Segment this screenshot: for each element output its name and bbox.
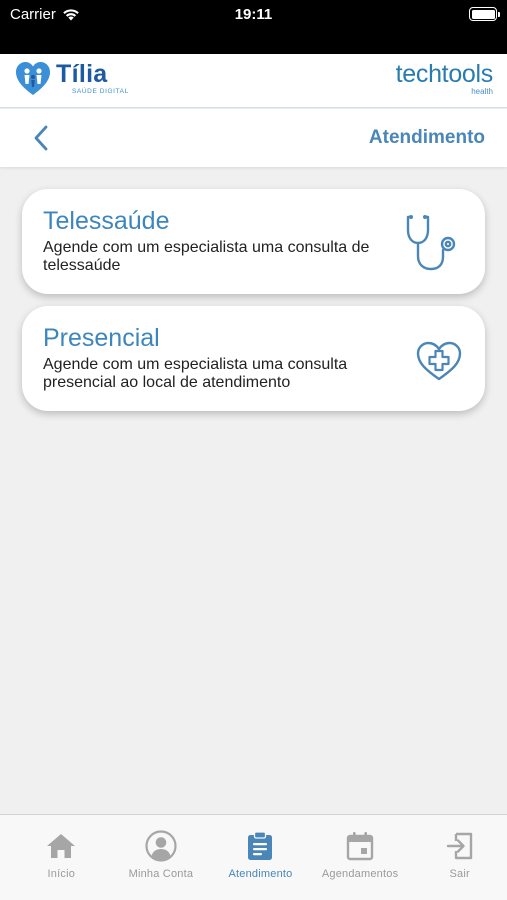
telessaude-card[interactable]: Telessaúde Agende com um especialista um… [22, 189, 485, 294]
partner-name: techtools [395, 60, 494, 88]
tab-label: Agendamentos [321, 868, 399, 880]
card-title: Presencial [43, 324, 160, 352]
tab-minha-conta[interactable]: Minha Conta [114, 815, 209, 900]
back-button[interactable] [28, 124, 54, 152]
clipboard-icon [248, 831, 273, 860]
tilia-name: Tília [56, 60, 108, 89]
battery-icon [469, 7, 500, 21]
calendar-icon [346, 832, 374, 861]
tab-label: Minha Conta [128, 868, 194, 880]
tab-label: Início [47, 868, 76, 880]
tilia-logo: Tília SAÚDE DIGITAL [14, 60, 129, 98]
card-description: Agende com um especialista uma consulta … [43, 356, 348, 391]
status-bar: Carrier 19:11 [0, 0, 507, 54]
tilia-heart-logo-icon [16, 62, 50, 95]
chevron-left-icon [34, 125, 48, 151]
tab-inicio[interactable]: Início [14, 815, 109, 900]
tab-bar: Início Minha Conta Atendimento Agendamen… [0, 814, 507, 900]
presencial-card[interactable]: Presencial Agende com um especialista um… [22, 306, 485, 411]
account-icon [145, 830, 177, 862]
tab-sair[interactable]: Sair [412, 815, 507, 900]
home-icon [47, 834, 76, 858]
card-description: Agende com um especialista uma consulta … [43, 239, 370, 274]
status-time: 19:11 [234, 6, 273, 23]
card-title: Telessaúde [43, 207, 170, 235]
techtools-logo: techtools health [395, 60, 494, 96]
navigation-bar: Atendimento [0, 109, 507, 167]
page-title: Atendimento [368, 127, 485, 148]
tab-label: Atendimento [228, 868, 293, 880]
stethoscope-icon [406, 215, 456, 271]
tilia-subtitle: SAÚDE DIGITAL [72, 88, 129, 96]
heart-plus-icon [416, 341, 462, 381]
exit-icon [446, 832, 472, 860]
tab-agendamentos[interactable]: Agendamentos [313, 815, 408, 900]
brand-header: Tília SAÚDE DIGITAL techtools health [0, 54, 507, 108]
tab-label: Sair [449, 868, 470, 880]
partner-subtitle: health [471, 87, 493, 96]
tab-atendimento[interactable]: Atendimento [213, 815, 308, 900]
